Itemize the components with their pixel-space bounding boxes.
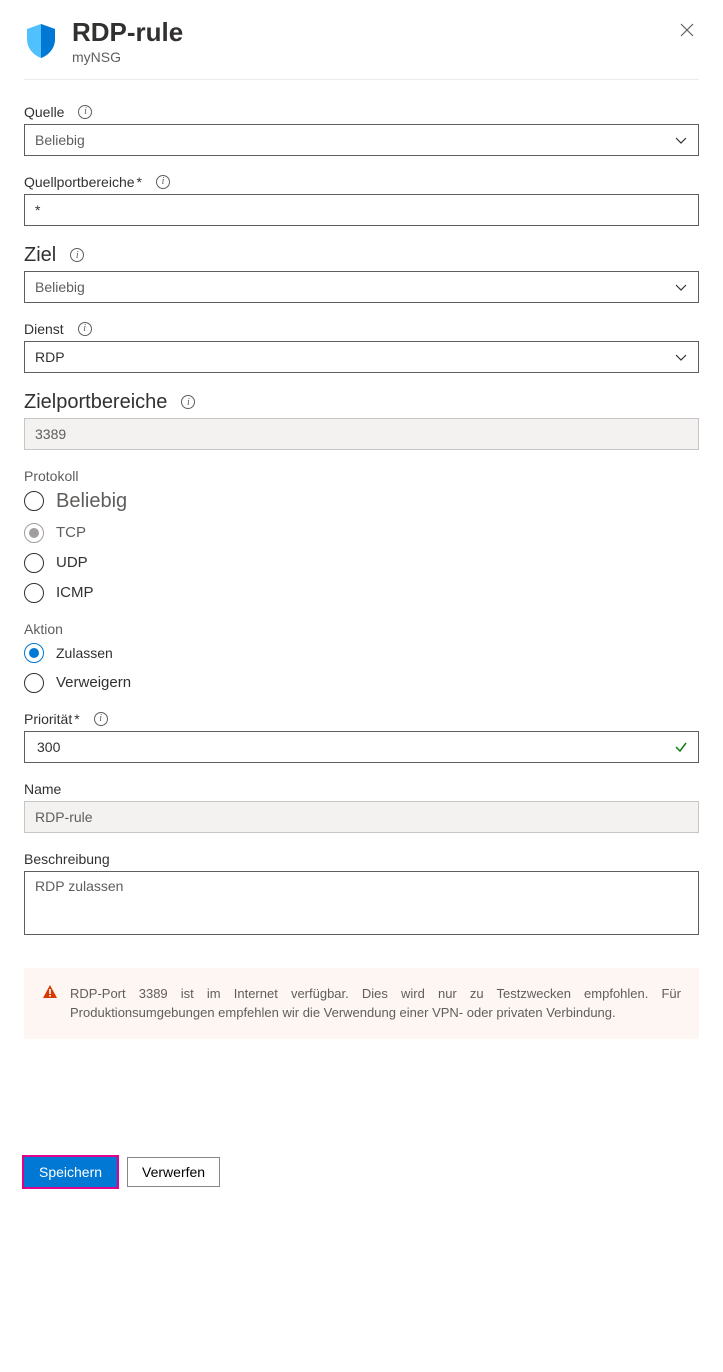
radio-icon bbox=[24, 583, 44, 603]
dest-port-input bbox=[24, 418, 699, 450]
protocol-option-any[interactable]: Beliebig bbox=[24, 490, 699, 513]
service-label: Dienst bbox=[24, 321, 64, 337]
priority-input-wrap[interactable] bbox=[24, 731, 699, 763]
info-icon[interactable]: i bbox=[156, 175, 170, 189]
action-option-allow[interactable]: Zulassen bbox=[24, 643, 699, 663]
radio-icon bbox=[24, 553, 44, 573]
info-icon[interactable]: i bbox=[70, 248, 84, 262]
save-button[interactable]: Speichern bbox=[24, 1157, 117, 1187]
radio-icon bbox=[24, 673, 44, 693]
chevron-down-icon bbox=[674, 133, 688, 147]
discard-button[interactable]: Verwerfen bbox=[127, 1157, 220, 1187]
priority-input[interactable] bbox=[35, 738, 623, 756]
source-port-label: Quellportbereiche bbox=[24, 174, 135, 190]
source-field: Quelle i Beliebig bbox=[24, 104, 699, 156]
radio-icon bbox=[24, 491, 44, 511]
info-icon[interactable]: i bbox=[78, 105, 92, 119]
destination-value: Beliebig bbox=[35, 279, 85, 295]
protocol-label: Protokoll bbox=[24, 468, 699, 484]
dest-port-field: Zielportbereiche i bbox=[24, 391, 699, 450]
protocol-field: Protokoll Beliebig TCP UDP ICMP bbox=[24, 468, 699, 603]
service-select[interactable]: RDP bbox=[24, 341, 699, 373]
chevron-down-icon bbox=[674, 280, 688, 294]
divider bbox=[24, 79, 699, 80]
source-value: Beliebig bbox=[35, 132, 85, 148]
action-deny-label: Verweigern bbox=[56, 674, 131, 691]
protocol-option-tcp: TCP bbox=[24, 523, 699, 543]
source-select[interactable]: Beliebig bbox=[24, 124, 699, 156]
name-field: Name bbox=[24, 781, 699, 833]
chevron-down-icon bbox=[674, 350, 688, 364]
action-field: Aktion Zulassen Verweigern bbox=[24, 621, 699, 693]
name-label: Name bbox=[24, 781, 61, 797]
panel-header: RDP-rule myNSG bbox=[0, 0, 723, 79]
action-allow-label: Zulassen bbox=[56, 645, 113, 661]
required-marker: * bbox=[74, 711, 79, 727]
radio-icon bbox=[24, 643, 44, 663]
action-label: Aktion bbox=[24, 621, 699, 637]
close-icon bbox=[679, 22, 695, 38]
info-icon[interactable]: i bbox=[181, 395, 195, 409]
destination-select[interactable]: Beliebig bbox=[24, 271, 699, 303]
footer: Speichern Verwerfen bbox=[0, 1139, 723, 1205]
service-field: Dienst i RDP bbox=[24, 321, 699, 373]
dest-port-label: Zielportbereiche bbox=[24, 391, 167, 414]
protocol-tcp-label: TCP bbox=[56, 524, 86, 541]
source-port-field: Quellportbereiche * i bbox=[24, 174, 699, 226]
warning-icon bbox=[42, 984, 58, 1023]
info-icon[interactable]: i bbox=[94, 712, 108, 726]
protocol-option-icmp[interactable]: ICMP bbox=[24, 583, 699, 603]
protocol-any-label: Beliebig bbox=[56, 490, 127, 513]
protocol-icmp-label: ICMP bbox=[56, 584, 94, 601]
page-title: RDP-rule bbox=[72, 18, 675, 47]
source-port-input[interactable] bbox=[24, 194, 699, 226]
destination-field: Ziel i Beliebig bbox=[24, 244, 699, 303]
close-button[interactable] bbox=[675, 18, 699, 42]
description-input[interactable] bbox=[24, 871, 699, 935]
protocol-udp-label: UDP bbox=[56, 554, 88, 571]
action-option-deny[interactable]: Verweigern bbox=[24, 673, 699, 693]
checkmark-icon bbox=[674, 740, 688, 754]
source-label: Quelle bbox=[24, 104, 64, 120]
destination-label: Ziel bbox=[24, 244, 56, 267]
required-marker: * bbox=[137, 174, 142, 190]
page-subtitle: myNSG bbox=[72, 49, 675, 65]
warning-banner: RDP-Port 3389 ist im Internet verfügbar.… bbox=[24, 968, 699, 1039]
shield-icon bbox=[24, 22, 58, 60]
name-input bbox=[24, 801, 699, 833]
priority-field: Priorität * i bbox=[24, 711, 699, 763]
description-field: Beschreibung bbox=[24, 851, 699, 940]
protocol-option-udp[interactable]: UDP bbox=[24, 553, 699, 573]
info-icon[interactable]: i bbox=[78, 322, 92, 336]
description-label: Beschreibung bbox=[24, 851, 110, 867]
service-value: RDP bbox=[35, 349, 65, 365]
warning-text: RDP-Port 3389 ist im Internet verfügbar.… bbox=[70, 984, 681, 1023]
priority-label: Priorität bbox=[24, 711, 72, 727]
radio-icon bbox=[24, 523, 44, 543]
